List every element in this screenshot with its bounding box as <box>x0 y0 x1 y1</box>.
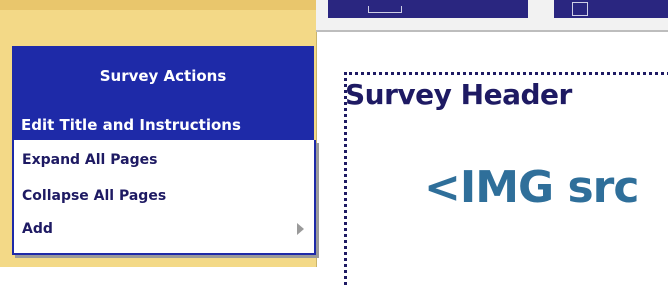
menu-item-add-label: Add <box>22 221 53 237</box>
menu-item-edit-title[interactable]: Edit Title and Instructions <box>12 108 314 140</box>
survey-header-title: Survey Header <box>345 78 572 111</box>
survey-actions-menu: Expand All Pages Collapse All Pages Add <box>12 140 316 255</box>
toolbar-button-2[interactable] <box>554 0 668 18</box>
menu-item-collapse-all-pages[interactable]: Collapse All Pages <box>14 182 314 210</box>
survey-actions-title: Survey Actions <box>99 67 227 85</box>
toolbar-button-1[interactable] <box>328 0 528 18</box>
survey-actions-panel: Survey Actions <box>12 46 314 108</box>
menu-item-add[interactable]: Add <box>14 215 314 243</box>
toolbar-button-1-icon <box>368 6 402 13</box>
top-toolbar <box>316 0 668 32</box>
img-src-text: <IMG src <box>424 162 639 213</box>
menu-item-expand-label: Expand All Pages <box>22 152 158 168</box>
toolbar-button-2-icon <box>572 2 588 16</box>
menu-item-collapse-label: Collapse All Pages <box>22 188 167 204</box>
sidebar-top-edge <box>0 0 316 10</box>
submenu-arrow-icon <box>297 223 304 235</box>
menu-item-edit-title-label: Edit Title and Instructions <box>21 116 241 134</box>
toolbar-separator <box>542 0 546 18</box>
menu-item-expand-all-pages[interactable]: Expand All Pages <box>14 146 314 174</box>
